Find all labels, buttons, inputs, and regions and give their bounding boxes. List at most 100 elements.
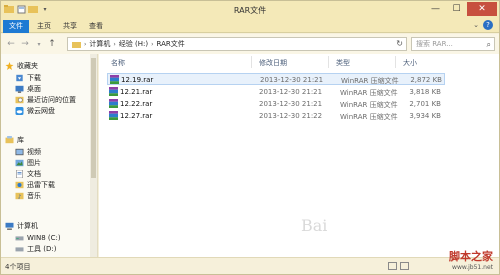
baidu-watermark: Bai (301, 216, 328, 235)
watermark-site: www.jb51.net (452, 264, 493, 271)
rar-archive-icon (109, 87, 118, 96)
forward-icon[interactable]: → (19, 38, 31, 50)
nav-libraries[interactable]: 库 (5, 134, 102, 145)
ribbon-expand-icon[interactable]: ⌄ (473, 21, 479, 29)
breadcrumb-separator-icon: › (113, 40, 116, 48)
table-row[interactable]: 12.21.rar 2013-12-30 21:21 WinRAR 压缩文件 3… (107, 86, 445, 98)
video-icon (15, 148, 24, 155)
ribbon-tabs: 文件 主页 共享 查看 ⌄ ? (1, 19, 499, 33)
file-name: 12.21.rar (120, 88, 153, 96)
breadcrumb-folder[interactable]: RAR文件 (157, 39, 185, 49)
view-buttons (388, 262, 409, 270)
nav-item-drive-d[interactable]: 工具 (D:) (15, 243, 112, 254)
drive-icon (15, 246, 24, 251)
close-button[interactable]: ✕ (467, 2, 497, 16)
rar-archive-icon (109, 111, 118, 120)
column-header-type[interactable]: 类型 (336, 58, 350, 68)
nav-scrollbar[interactable] (90, 54, 97, 257)
column-divider[interactable] (395, 56, 396, 68)
search-placeholder: 搜索 RAR... (416, 40, 453, 48)
tab-share[interactable]: 共享 (57, 20, 83, 33)
nav-item-weiyun[interactable]: 微云网盘 (15, 105, 112, 116)
search-icon[interactable]: ⌕ (487, 39, 491, 51)
drive-icon (15, 235, 24, 240)
table-row[interactable]: 12.19.rar 2013-12-30 21:21 WinRAR 压缩文件 2… (107, 73, 445, 85)
picture-icon (15, 159, 24, 166)
rar-archive-icon (109, 99, 118, 108)
file-date: 2013-12-30 21:21 (259, 88, 323, 96)
title-bar: ▾ RAR文件 — ☐ ✕ (1, 1, 499, 19)
download-icon (16, 74, 23, 81)
search-input[interactable]: 搜索 RAR... ⌕ (411, 37, 495, 51)
nav-computer[interactable]: 计算机 (5, 220, 102, 231)
help-icon[interactable]: ? (483, 20, 493, 30)
navigation-pane: 收藏夹 下载 桌面 最近访问的位置 微云网盘 库 视频 图片 文档 迅雷下载 ♪… (1, 54, 98, 257)
file-date: 2013-12-30 21:22 (259, 112, 323, 120)
recent-places-icon (15, 96, 24, 103)
breadcrumb-computer[interactable]: 计算机 (89, 39, 110, 49)
nav-item-downloads[interactable]: 下载 (15, 72, 112, 83)
svg-text:♪: ♪ (18, 193, 22, 200)
up-icon[interactable]: ↑ (46, 38, 58, 50)
tab-view[interactable]: 查看 (83, 20, 109, 33)
file-type: WinRAR 压缩文件 (340, 101, 398, 109)
column-divider[interactable] (251, 56, 252, 68)
file-name: 12.19.rar (121, 76, 154, 84)
file-date: 2013-12-30 21:21 (259, 100, 323, 108)
column-header-size[interactable]: 大小 (403, 58, 417, 68)
recent-locations-icon[interactable]: ▾ (33, 38, 45, 50)
nav-item-pictures[interactable]: 图片 (15, 157, 112, 168)
nav-item-recent-places[interactable]: 最近访问的位置 (15, 94, 112, 105)
file-size: 3,818 KB (409, 88, 441, 96)
file-name: 12.22.rar (120, 100, 153, 108)
column-header-date[interactable]: 修改日期 (259, 58, 287, 68)
library-icon (5, 135, 14, 143)
nav-item-music[interactable]: ♪ 音乐 (15, 190, 112, 201)
large-icons-view-icon[interactable] (400, 262, 409, 270)
item-count: 4个项目 (5, 263, 31, 271)
file-size: 3,934 KB (409, 112, 441, 120)
nav-scrollbar-thumb[interactable] (91, 58, 96, 178)
folder-icon (72, 41, 81, 48)
nav-item-documents[interactable]: 文档 (15, 168, 112, 179)
breadcrumb-separator-icon: › (84, 40, 87, 48)
tab-file[interactable]: 文件 (3, 20, 29, 33)
nav-item-drive-c[interactable]: WIN8 (C:) (15, 232, 112, 243)
column-header-name[interactable]: 名称 (111, 58, 125, 68)
nav-favorites[interactable]: 收藏夹 (5, 60, 102, 71)
file-list: 名称 修改日期 类型 大小 12.19.rar 2013-12-30 21:21… (99, 54, 499, 257)
watermark-brand: 脚本之家 (449, 250, 493, 263)
file-type: WinRAR 压缩文件 (340, 113, 398, 121)
navigation-bar: ← → ▾ ↑ › 计算机 › 经验 (H:) › RAR文件 ↻ 搜索 RAR… (1, 34, 499, 54)
status-bar: 4个项目 (1, 257, 499, 274)
star-icon (5, 61, 14, 70)
document-icon (16, 169, 23, 178)
details-view-icon[interactable] (388, 262, 397, 270)
desktop-icon (15, 85, 24, 93)
rar-archive-icon (110, 75, 119, 84)
refresh-icon[interactable]: ↻ (396, 39, 403, 48)
explorer-window: ▾ RAR文件 — ☐ ✕ 文件 主页 共享 查看 ⌄ ? ← → ▾ ↑ › … (0, 0, 500, 275)
address-bar[interactable]: › 计算机 › 经验 (H:) › RAR文件 ↻ (67, 37, 407, 51)
window-controls: — ☐ ✕ (425, 2, 497, 16)
cloud-drive-icon (15, 106, 24, 115)
breadcrumb-drive[interactable]: 经验 (H:) (119, 39, 148, 49)
tab-home[interactable]: 主页 (31, 20, 57, 33)
nav-item-videos[interactable]: 视频 (15, 146, 112, 157)
file-date: 2013-12-30 21:21 (260, 76, 324, 84)
table-row[interactable]: 12.22.rar 2013-12-30 21:21 WinRAR 压缩文件 2… (107, 98, 445, 110)
table-row[interactable]: 12.27.rar 2013-12-30 21:22 WinRAR 压缩文件 3… (107, 110, 445, 122)
xunlei-icon (15, 181, 24, 188)
file-type: WinRAR 压缩文件 (340, 89, 398, 97)
site-watermark: 脚本之家 www.jb51.net (449, 248, 493, 271)
minimize-button[interactable]: — (425, 2, 446, 16)
computer-icon (5, 222, 14, 230)
back-icon[interactable]: ← (5, 38, 17, 50)
breadcrumb-separator-icon: › (151, 40, 154, 48)
nav-item-desktop[interactable]: 桌面 (15, 83, 112, 94)
maximize-button[interactable]: ☐ (446, 2, 467, 16)
nav-item-xunlei-downloads[interactable]: 迅雷下载 (15, 179, 112, 190)
column-divider[interactable] (328, 56, 329, 68)
file-type: WinRAR 压缩文件 (341, 77, 399, 85)
file-size: 2,701 KB (409, 100, 441, 108)
